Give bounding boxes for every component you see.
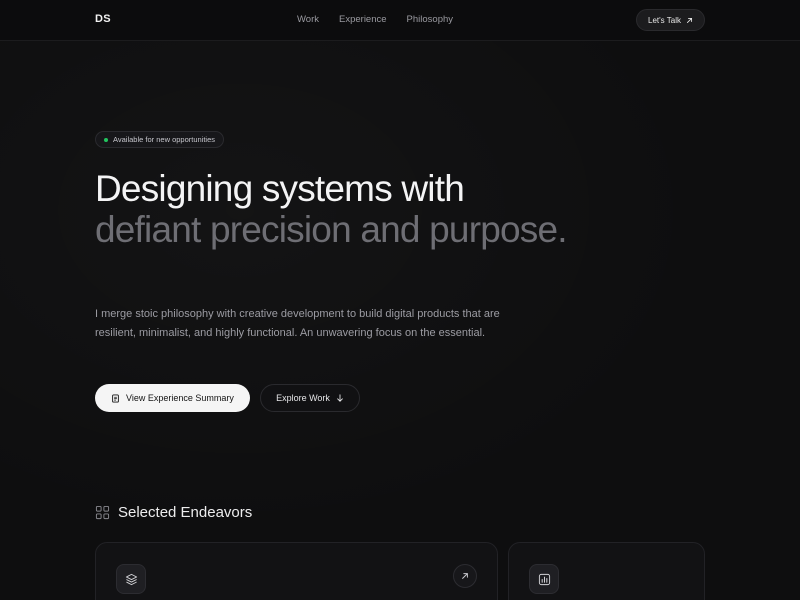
nav-link-work[interactable]: Work: [297, 14, 319, 25]
headline-line-2: defiant precision and purpose.: [95, 209, 568, 250]
explore-work-label: Explore Work: [276, 393, 330, 403]
grid-icon: [95, 505, 110, 520]
hero-description: I merge stoic philosophy with creative d…: [95, 308, 500, 339]
document-icon: [112, 393, 119, 403]
layers-icon: [125, 573, 137, 585]
endeavor-card-1[interactable]: [95, 542, 498, 600]
headline-line-1: Designing systems with: [95, 168, 465, 209]
availability-text: Available for new opportunities: [113, 135, 216, 144]
card-icon-box: [116, 564, 146, 594]
top-nav: DS Work Experience Philosophy Let's Talk: [0, 0, 800, 41]
hero-headline: Designing systems with defiant precision…: [95, 168, 575, 250]
bar-chart-icon: [538, 573, 550, 585]
nav-link-philosophy[interactable]: Philosophy: [407, 14, 453, 25]
endeavor-card-2[interactable]: [508, 542, 705, 600]
view-experience-summary-label: View Experience Summary: [126, 393, 234, 403]
lets-talk-label: Let's Talk: [648, 15, 681, 25]
section-header: Selected Endeavors: [95, 504, 252, 521]
card-open-button[interactable]: [453, 564, 477, 588]
explore-work-button[interactable]: Explore Work: [260, 384, 360, 412]
arrow-up-right-icon: [686, 17, 692, 23]
section-title: Selected Endeavors: [118, 504, 253, 521]
arrow-down-icon: [337, 394, 343, 402]
logo[interactable]: DS: [95, 13, 111, 25]
status-dot-icon: [104, 137, 108, 142]
arrow-up-right-icon: [462, 573, 468, 579]
nav-link-experience[interactable]: Experience: [339, 14, 387, 25]
nav-links: Work Experience Philosophy: [297, 14, 453, 25]
view-experience-summary-button[interactable]: View Experience Summary: [95, 384, 250, 412]
lets-talk-button[interactable]: Let's Talk: [636, 9, 705, 31]
card-icon-box: [529, 564, 559, 594]
availability-badge: Available for new opportunities: [95, 131, 225, 148]
page: DS Work Experience Philosophy Let's Talk…: [0, 0, 800, 600]
